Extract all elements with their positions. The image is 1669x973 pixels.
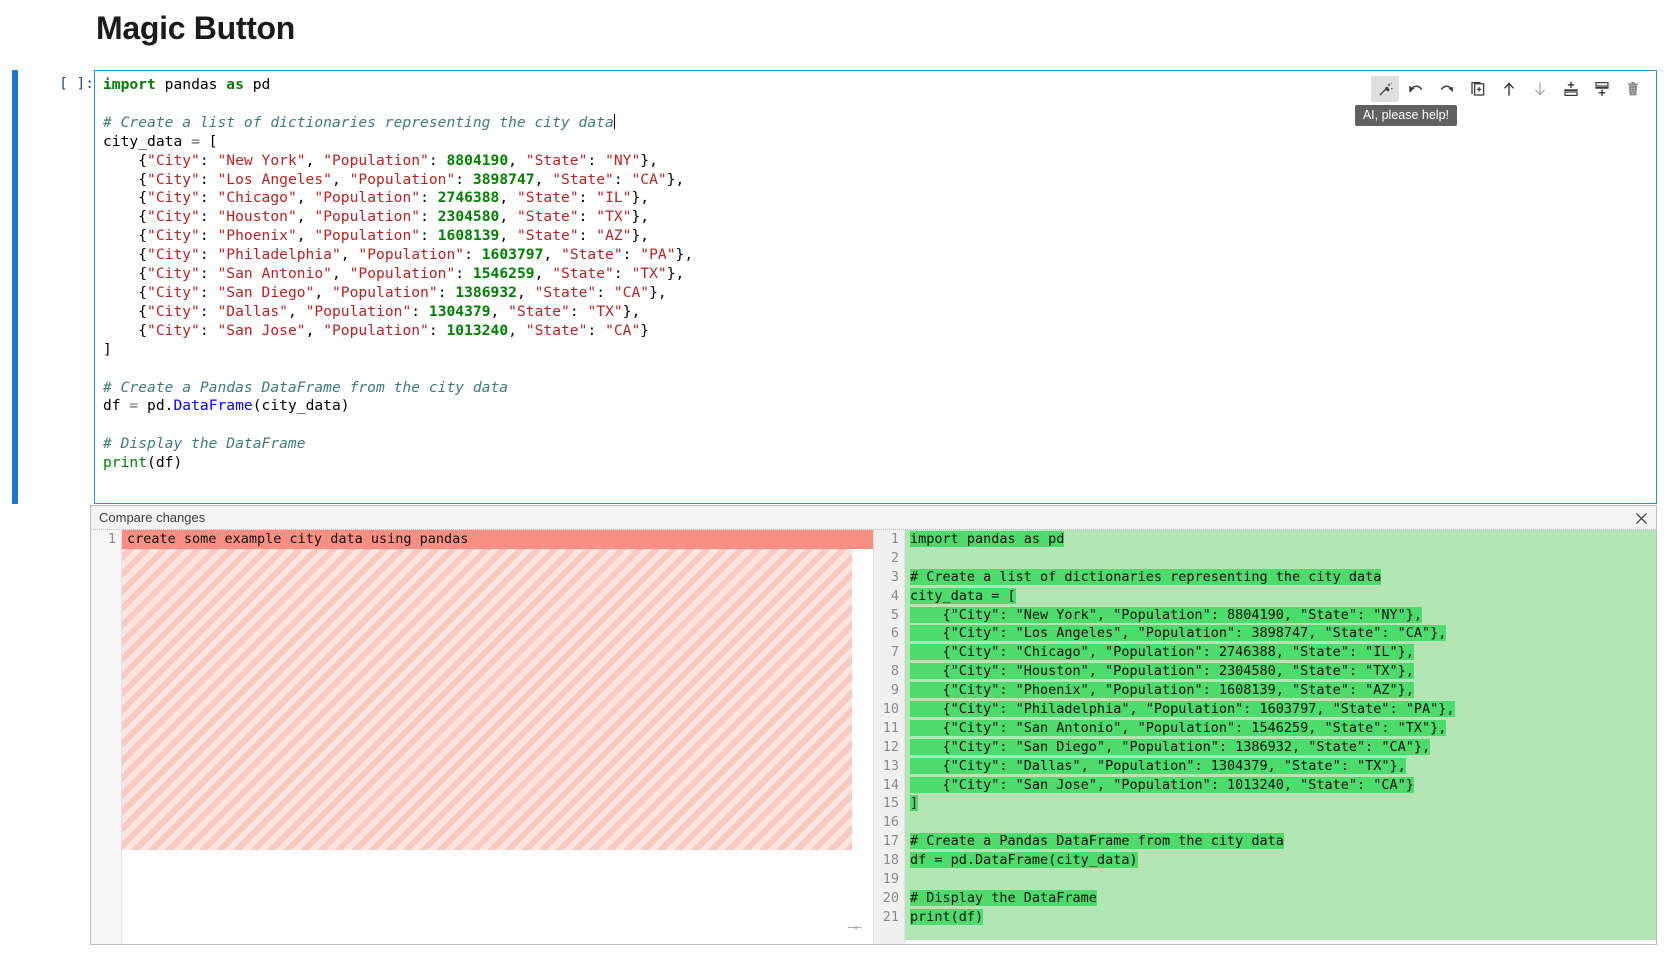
line-number: 5 xyxy=(890,606,899,623)
line-number: 6 xyxy=(890,625,899,642)
line-number: 10 xyxy=(882,701,899,718)
line-number: 13 xyxy=(882,757,899,774)
diff-line: create some example city data using pand… xyxy=(122,530,873,549)
line-number: 11 xyxy=(882,719,899,736)
delete-cell-icon[interactable] xyxy=(1619,76,1647,102)
line-number: 3 xyxy=(890,568,899,585)
diff-line: {"City": "San Jose", "Population": 10132… xyxy=(910,776,1414,793)
line-number: 18 xyxy=(882,852,899,869)
diff-line: {"City": "San Antonio", "Population": 15… xyxy=(910,719,1447,736)
diff-left-lines: create some example city data using pand… xyxy=(122,530,873,944)
diff-header: Compare changes xyxy=(91,506,1656,530)
diff-right-lines: import pandas as pd # Create a list of d… xyxy=(905,530,1656,927)
diff-line: # Display the DataFrame xyxy=(910,889,1097,906)
insert-cell-below-icon[interactable] xyxy=(1588,76,1616,102)
diff-right-gutter: 1 2 3 4 5 6 7 8 9 10 11 12 13 14 15 16 17 18 19 20 21 xyxy=(874,530,905,944)
line-number: 9 xyxy=(890,682,899,699)
diff-line xyxy=(905,549,1656,568)
line-number: 15 xyxy=(882,795,899,812)
code-content[interactable]: import pandas as pd # Create a list of d… xyxy=(103,76,693,473)
notebook-page: Magic Button [ ]: import pandas as pd # … xyxy=(0,0,1669,973)
text-caret xyxy=(613,113,615,129)
diff-line: # Create a Pandas DataFrame from the cit… xyxy=(910,833,1284,850)
diff-line: df = pd.DataFrame(city_data) xyxy=(910,852,1138,869)
diff-left-gutter: 1 xyxy=(91,530,122,944)
diff-line xyxy=(905,870,1656,889)
diff-line: {"City": "Chicago", "Population": 274638… xyxy=(910,644,1414,661)
cell-toolbar xyxy=(1371,76,1647,102)
close-icon[interactable] xyxy=(1632,509,1650,527)
diff-line: # Create a list of dictionaries represen… xyxy=(910,568,1382,585)
line-number: 8 xyxy=(890,663,899,680)
line-number: 1 xyxy=(107,531,116,547)
line-number: 7 xyxy=(890,644,899,661)
diff-line: print(df) xyxy=(910,908,984,925)
move-cell-down-icon[interactable] xyxy=(1526,76,1554,102)
page-title: Magic Button xyxy=(96,10,296,46)
cell-prompt: [ ]: xyxy=(59,76,94,92)
insert-cell-above-icon[interactable] xyxy=(1557,76,1585,102)
diff-line: {"City": "Philadelphia", "Population": 1… xyxy=(910,701,1455,718)
line-number: 1 xyxy=(890,531,899,547)
line-number: 19 xyxy=(882,871,899,888)
line-number: 14 xyxy=(882,776,899,793)
diff-pane-modified[interactable]: 1 2 3 4 5 6 7 8 9 10 11 12 13 14 15 16 17 18 19 20 21 import… xyxy=(874,530,1656,944)
line-number: 16 xyxy=(882,814,899,831)
magic-wand-tooltip: AI, please help! xyxy=(1354,105,1457,126)
cell-selection-bar xyxy=(12,70,18,504)
diff-collapse-handle[interactable]: ―← xyxy=(848,920,861,934)
diff-line: {"City": "New York", "Population": 88041… xyxy=(910,606,1423,623)
line-number: 21 xyxy=(882,908,899,925)
magic-wand-icon[interactable] xyxy=(1371,76,1399,102)
compare-changes-panel: Compare changes 1 create some example ci… xyxy=(90,505,1657,945)
diff-body: 1 create some example city data using pa… xyxy=(91,530,1656,944)
diff-line: {"City": "San Diego", "Population": 1386… xyxy=(910,738,1431,755)
diff-line xyxy=(905,813,1656,832)
diff-title: Compare changes xyxy=(99,510,206,525)
line-number: 20 xyxy=(882,889,899,906)
diff-line: ] xyxy=(910,795,919,812)
line-number: 12 xyxy=(882,738,899,755)
line-number: 4 xyxy=(890,587,899,604)
diff-line: {"City": "Houston", "Population": 230458… xyxy=(910,663,1414,680)
diff-line: import pandas as pd xyxy=(910,531,1065,547)
diff-line: {"City": "Phoenix", "Population": 160813… xyxy=(910,682,1414,699)
code-editor[interactable]: import pandas as pd # Create a list of d… xyxy=(94,70,1657,504)
diff-pane-original[interactable]: 1 create some example city data using pa… xyxy=(91,530,874,944)
notebook-cell: [ ]: import pandas as pd # Create a list… xyxy=(12,70,1657,504)
redo-icon[interactable] xyxy=(1433,76,1461,102)
diff-line: {"City": "Los Angeles", "Population": 38… xyxy=(910,625,1447,642)
line-number: 17 xyxy=(882,833,899,850)
diff-line: city_data = [ xyxy=(910,587,1016,604)
diff-line: {"City": "Dallas", "Population": 1304379… xyxy=(910,757,1406,774)
move-cell-up-icon[interactable] xyxy=(1495,76,1523,102)
undo-icon[interactable] xyxy=(1402,76,1430,102)
line-number: 2 xyxy=(890,549,899,566)
duplicate-cell-icon[interactable] xyxy=(1464,76,1492,102)
